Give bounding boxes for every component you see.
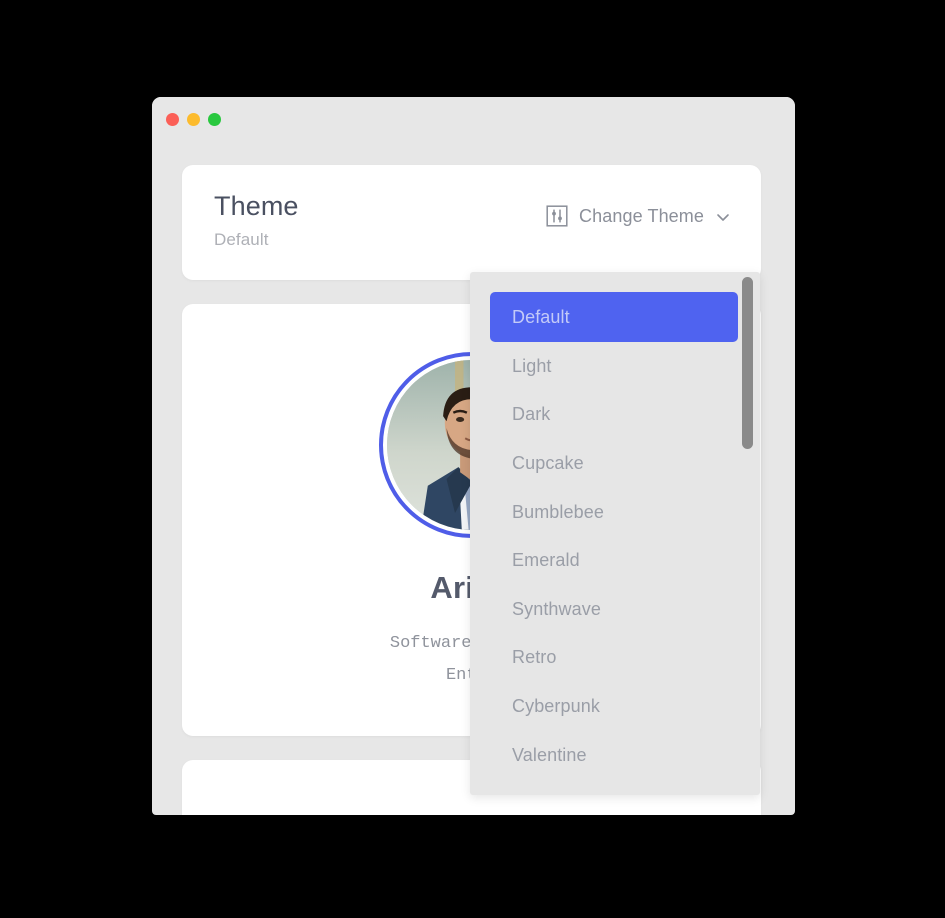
theme-option-cyberpunk[interactable]: Cyberpunk xyxy=(490,682,738,731)
close-button[interactable] xyxy=(166,113,179,126)
theme-option-emerald[interactable]: Emerald xyxy=(490,536,738,585)
theme-card-text: Theme Default xyxy=(214,191,299,250)
theme-option-valentine[interactable]: Valentine xyxy=(490,731,738,780)
current-theme-label: Default xyxy=(214,230,269,250)
change-theme-button[interactable]: Change Theme xyxy=(546,205,731,227)
maximize-button[interactable] xyxy=(208,113,221,126)
theme-dropdown-list: Default Light Dark Cupcake Bumblebee Emerald S… xyxy=(470,272,760,779)
theme-option-light[interactable]: Light xyxy=(490,342,738,391)
theme-option-dark[interactable]: Dark xyxy=(490,391,738,440)
change-theme-label: Change Theme xyxy=(579,205,704,226)
dropdown-scrollbar-track[interactable] xyxy=(742,276,753,791)
theme-card: Theme Default Change Theme xyxy=(182,165,761,280)
theme-option-synthwave[interactable]: Synthwave xyxy=(490,585,738,634)
sliders-icon xyxy=(546,205,568,227)
theme-option-retro[interactable]: Retro xyxy=(490,634,738,683)
minimize-button[interactable] xyxy=(187,113,200,126)
theme-option-cupcake[interactable]: Cupcake xyxy=(490,439,738,488)
screenshot-stage: Theme Default Change Theme Software Defa… xyxy=(0,0,945,918)
page-title: Theme xyxy=(214,191,299,221)
theme-option-bumblebee[interactable]: Bumblebee xyxy=(490,488,738,537)
dropdown-scrollbar-thumb[interactable] xyxy=(742,277,753,449)
theme-dropdown-menu[interactable]: Default Light Dark Cupcake Bumblebee Emerald S… xyxy=(470,272,760,795)
theme-option-default[interactable]: Default xyxy=(490,292,738,342)
chevron-down-icon xyxy=(715,209,731,225)
window-titlebar xyxy=(152,97,795,142)
